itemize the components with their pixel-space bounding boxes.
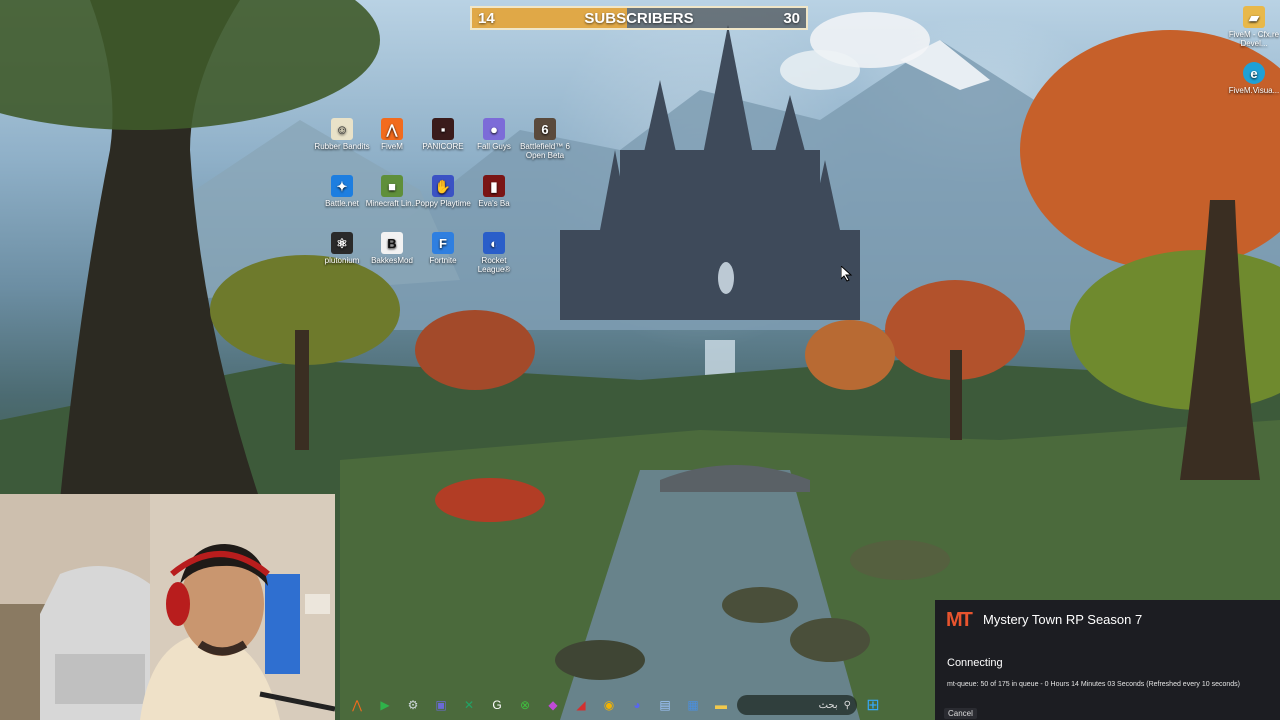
desktop-icon-label: Rubber Bandits: [314, 142, 370, 151]
desktop-icon-label: FiveM - Cfx.re Devel...: [1228, 30, 1280, 48]
desktop-icon-evas[interactable]: ▮ Eva's Ba: [466, 175, 522, 208]
subscriber-goal: 30: [783, 10, 800, 27]
search-icon: ⚲: [843, 699, 851, 711]
steam-taskbar-icon[interactable]: ⚙: [401, 694, 425, 716]
poppy-playtime-icon: ✋: [432, 175, 454, 197]
fall-guys-icon: ●: [483, 118, 505, 140]
gamepad-taskbar-icon[interactable]: ◆: [541, 694, 565, 716]
subscriber-label: SUBSCRIBERS: [584, 10, 694, 27]
chrome-taskbar-icon[interactable]: ◉: [597, 694, 621, 716]
panicore-icon: ▪: [432, 118, 454, 140]
desktop-icon-label: BakkesMod: [371, 256, 413, 265]
minecraft-icon: ■: [381, 175, 403, 197]
fivem-connect-panel: MT Mystery Town RP Season 7 Connecting m…: [935, 600, 1280, 720]
rocket-league-icon: ◐: [483, 232, 505, 254]
taskbar: ⋀ ▶ ⚙ ▣ ✕ G ⊗ ◆ ◢ ◉ ◕ ▤ ▦ ▬ بحث ⚲ ⊞: [345, 692, 935, 718]
subscriber-goal-bar: 14 SUBSCRIBERS 30: [470, 6, 808, 30]
rubber-bandits-icon: ☺: [331, 118, 353, 140]
fivem-icon: ⋀: [381, 118, 403, 140]
fivem-dev-icon: ▰: [1243, 6, 1265, 28]
evas-icon: ▮: [483, 175, 505, 197]
desktop-icon-battlenet[interactable]: ✦ Battle.net: [314, 175, 370, 208]
desktop-icon-label: Fortnite: [429, 256, 457, 265]
desktop-icon-bakkesmod[interactable]: B BakkesMod: [364, 232, 420, 265]
desktop-icon-label: Minecraft Lin...: [365, 199, 419, 208]
desktop-icon-label: Battlefield™ 6 Open Beta: [520, 142, 570, 160]
store-taskbar-icon[interactable]: ▤: [653, 694, 677, 716]
explorer-taskbar-icon[interactable]: ▬: [709, 694, 733, 716]
desktop-icon-fall-guys[interactable]: ● Fall Guys: [466, 118, 522, 151]
desktop-icon-label: FiveM.Visua...: [1228, 86, 1280, 95]
server-name: Mystery Town RP Season 7: [983, 612, 1143, 627]
connection-status: Connecting: [947, 657, 1003, 669]
desktop-icon-minecraft[interactable]: ■ Minecraft Lin...: [364, 175, 420, 208]
desktop-icon-fivem[interactable]: ⋀ FiveM: [364, 118, 420, 151]
webcam-overlay: [0, 494, 335, 720]
fortnite-icon: F: [432, 232, 454, 254]
red-app-taskbar-icon[interactable]: ◢: [569, 694, 593, 716]
bakkesmod-icon: B: [381, 232, 403, 254]
desktop-icon-label: Battle.net: [325, 199, 359, 208]
desktop-icon-label: PANICORE: [422, 142, 464, 151]
search-text: بحث: [818, 699, 838, 711]
desktop-icon-fivem-dev[interactable]: ▰ FiveM - Cfx.re Devel...: [1226, 6, 1280, 48]
play-taskbar-icon[interactable]: ▶: [373, 694, 397, 716]
desktop-icon-label: Fall Guys: [477, 142, 511, 151]
desktop-icon-label: Poppy Playtime: [415, 199, 471, 208]
teams-taskbar-icon[interactable]: ▦: [681, 694, 705, 716]
windows-start-icon[interactable]: ⊞: [861, 694, 885, 716]
desktop-icon-battlefield[interactable]: 6 Battlefield™ 6 Open Beta: [517, 118, 573, 160]
queue-status: mt-queue: 50 of 175 in queue - 0 Hours 1…: [947, 681, 1241, 688]
excel-taskbar-icon[interactable]: ✕: [457, 694, 481, 716]
cancel-button[interactable]: Cancel: [944, 708, 977, 719]
desktop-icon-fivem-visual[interactable]: e FiveM.Visua...: [1226, 62, 1280, 95]
desktop-icon-panicore[interactable]: ▪ PANICORE: [415, 118, 471, 151]
desktop-icon-poppy-playtime[interactable]: ✋ Poppy Playtime: [415, 175, 471, 208]
xbox-taskbar-icon[interactable]: ⊗: [513, 694, 537, 716]
plutonium-icon: ⚛: [331, 232, 353, 254]
g-hub-taskbar-icon[interactable]: G: [485, 694, 509, 716]
discord-taskbar-icon[interactable]: ◕: [625, 694, 649, 716]
desktop-icon-label: plutonium: [324, 256, 360, 265]
desktop-icon-plutonium[interactable]: ⚛ plutonium: [314, 232, 370, 265]
desktop-icon-label: FiveM: [381, 142, 403, 151]
desktop-icon-rubber-bandits[interactable]: ☺ Rubber Bandits: [314, 118, 370, 151]
mouse-cursor-icon: [840, 264, 853, 287]
battlefield-icon: 6: [534, 118, 556, 140]
desktop-icon-fortnite[interactable]: F Fortnite: [415, 232, 471, 265]
desktop-icon-rocket-league[interactable]: ◐ Rocket League®: [466, 232, 522, 274]
server-logo: MT: [946, 609, 973, 631]
taskbar-search[interactable]: بحث ⚲: [737, 695, 857, 715]
desktop-icon-label: Eva's Ba: [478, 199, 510, 208]
fivem-taskbar-icon[interactable]: ⋀: [345, 694, 369, 716]
app-taskbar-icon[interactable]: ▣: [429, 694, 453, 716]
edge-icon: e: [1243, 62, 1265, 84]
battlenet-icon: ✦: [331, 175, 353, 197]
desktop-icon-label: Rocket League®: [477, 256, 511, 274]
